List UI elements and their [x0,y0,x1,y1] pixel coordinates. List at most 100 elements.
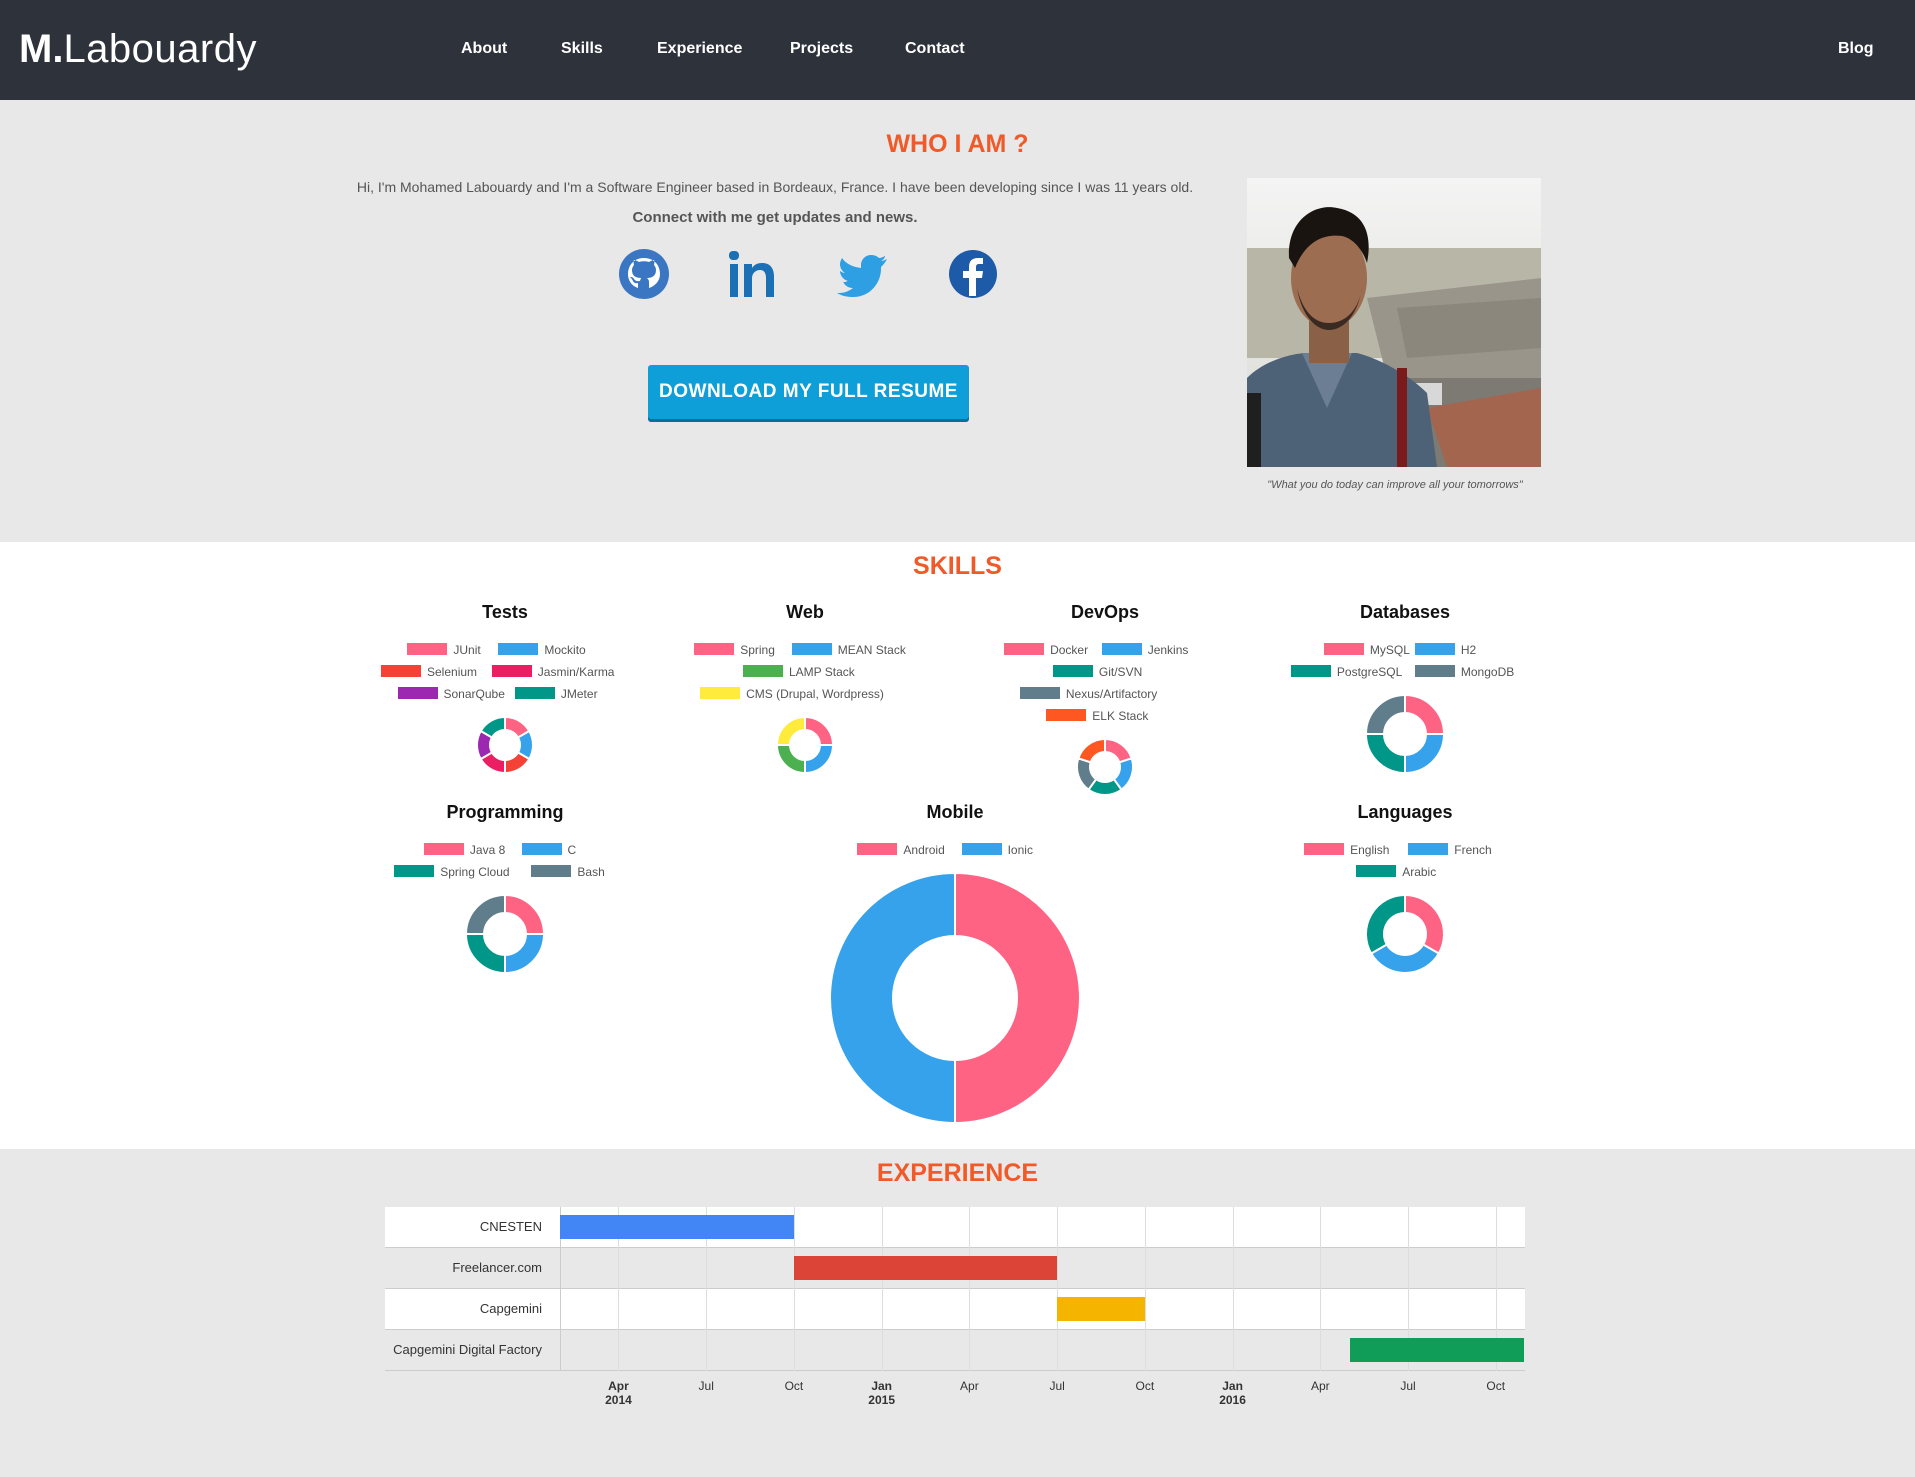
linkedin-icon[interactable] [726,247,780,301]
doughnut-slice-elk-stack[interactable] [1077,737,1106,764]
legend-item[interactable]: SonarQube [397,687,505,701]
axis-tick-label: Jul [676,1379,736,1393]
doughnut-slice-spring-cloud[interactable] [464,933,506,975]
tick-month: Jan [871,1379,892,1393]
legend-item[interactable]: Ionic [961,843,1033,857]
legend-swatch [743,665,783,677]
skill-chart-title: Databases [1359,602,1451,622]
tick-year: 2016 [1219,1393,1246,1407]
about-intro: Hi, I'm Mohamed Labouardy and I'm a Soft… [356,179,1194,195]
connect-text: Connect with me get updates and news. [632,209,918,226]
nav-contact[interactable]: Contact [905,40,965,58]
skill-doughnut[interactable] [1364,893,1446,975]
legend-label: MySQL [1369,643,1410,657]
legend-item[interactable]: Spring Cloud [394,865,510,879]
legend-item[interactable]: JMeter [514,687,598,701]
legend-label: Spring Cloud [440,865,510,879]
legend-item[interactable]: Java 8 [423,843,505,857]
github-icon[interactable] [617,247,671,301]
timeline-bar-capgemini[interactable] [1057,1297,1145,1321]
legend-item[interactable]: Jenkins [1101,643,1188,657]
legend-swatch [1414,643,1455,655]
legend-item[interactable]: LAMP Stack [743,665,855,679]
legend-item[interactable]: Nexus/Artifactory [1019,687,1157,701]
legend-item[interactable]: JUnit [407,643,481,657]
brand-logo[interactable]: M.Labouardy [19,26,257,72]
doughnut-slice-h2[interactable] [1404,733,1446,775]
brand-rest: Labouardy [63,27,257,71]
legend-item[interactable]: MongoDB [1414,665,1514,679]
axis-tick-label: Jul [1027,1379,1087,1393]
legend-label: H2 [1460,643,1477,657]
profile-photo [1247,178,1541,467]
timeline-bar-freelancer-com[interactable] [793,1256,1058,1280]
tick-month: Apr [960,1379,979,1393]
legend-item[interactable]: Jasmin/Karma [491,665,614,679]
skill-doughnut[interactable] [775,715,835,775]
legend-item[interactable]: CMS (Drupal, Wordpress) [700,687,884,701]
legend-swatch [514,687,555,699]
legend-item[interactable]: MySQL [1323,643,1410,657]
skill-doughnut[interactable] [1075,737,1135,797]
doughnut-slice-ionic[interactable] [829,871,956,1125]
doughnut-slice-c[interactable] [504,933,546,975]
axis-tick-label: Jan 2016 [1203,1379,1263,1407]
nav-experience[interactable]: Experience [657,40,742,58]
legend-swatch [1290,665,1331,677]
doughnut-slice-bash[interactable] [464,893,506,935]
grid-line [1232,1207,1234,1371]
axis-tick-label: Oct [1466,1379,1526,1393]
legend-item[interactable]: English [1304,843,1389,857]
legend-swatch [394,865,435,877]
nav-skills[interactable]: Skills [561,40,603,58]
download-resume-button[interactable]: DOWNLOAD MY FULL RESUME [648,365,969,419]
legend-item[interactable]: Android [857,843,945,857]
legend-swatch [1052,665,1093,677]
legend-item[interactable]: Selenium [381,665,477,679]
twitter-icon[interactable] [837,247,891,301]
legend-item[interactable]: C [521,843,576,857]
legend-item[interactable]: Git/SVN [1052,665,1142,679]
doughnut-slice-arabic[interactable] [1365,893,1406,955]
doughnut-slice-mysql[interactable] [1404,693,1446,735]
skills-title: SKILLS [913,552,1002,580]
experience-title: EXPERIENCE [876,1159,1039,1187]
legend-swatch [1356,865,1397,877]
legend-item[interactable]: PostgreSQL [1290,665,1402,679]
doughnut-slice-postgresql[interactable] [1364,733,1406,775]
doughnut-slice-mean-stack[interactable] [804,744,835,775]
legend-item[interactable]: Docker [1004,643,1088,657]
doughnut-slice-mongodb[interactable] [1364,693,1406,735]
legend-label: Mockito [544,643,586,657]
nav-projects[interactable]: Projects [790,40,853,58]
legend-item[interactable]: Arabic [1356,865,1436,879]
grid-line [1144,1207,1146,1371]
facebook-icon[interactable] [946,247,1000,301]
legend-item[interactable]: H2 [1414,643,1477,657]
legend-item[interactable]: ELK Stack [1046,709,1148,723]
experience-timeline: Apr 2014 Jul Oct Jan 2015 Apr Jul Oct Jan 2016 Apr J… [385,1207,1525,1407]
timeline-row-label: Capgemini [479,1301,542,1316]
timeline-bar-capgemini-digital-factory[interactable] [1349,1338,1524,1362]
nav-blog[interactable]: Blog [1838,40,1874,58]
doughnut-slice-cms-drupal-wordpress-[interactable] [775,715,806,746]
timeline-bar-cnesten[interactable] [560,1215,794,1239]
doughnut-slice-java-8[interactable] [504,893,546,935]
skill-doughnut[interactable] [464,893,546,975]
skill-doughnut[interactable] [828,871,1082,1125]
legend-item[interactable]: Mockito [498,643,586,657]
legend-item[interactable]: Spring [694,643,775,657]
legend-item[interactable]: French [1408,843,1492,857]
legend-item[interactable]: Bash [531,865,605,879]
grid-line [881,1207,883,1371]
doughnut-slice-spring[interactable] [804,715,835,746]
skill-doughnut[interactable] [475,715,535,775]
tick-month: Jul [698,1379,714,1393]
axis-tick-label: Oct [764,1379,824,1393]
legend-item[interactable]: MEAN Stack [791,643,906,657]
skill-doughnut[interactable] [1364,693,1446,775]
doughnut-slice-lamp-stack[interactable] [775,744,806,775]
doughnut-slice-android[interactable] [954,871,1081,1125]
nav-about[interactable]: About [461,40,507,58]
skill-chart-title: Programming [446,802,564,822]
